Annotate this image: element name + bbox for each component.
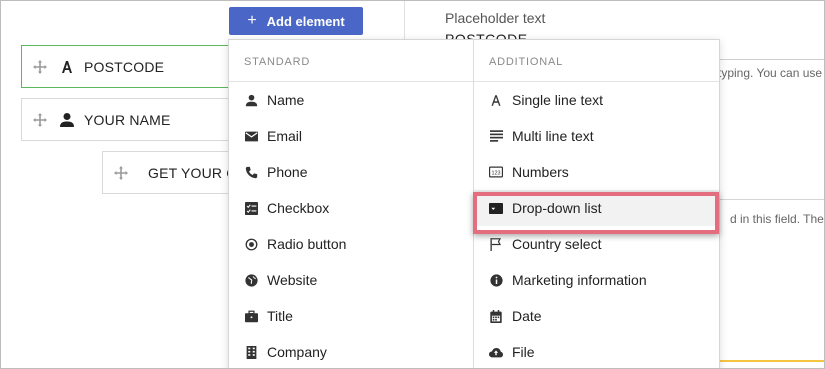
menu-item-country-select[interactable]: Country select: [474, 226, 719, 262]
notice-bar: [718, 360, 824, 362]
phone-icon: [244, 165, 258, 179]
menu-item-drop-down-list[interactable]: Drop-down list: [474, 190, 719, 226]
building-icon: [244, 345, 258, 359]
placeholder-label: Placeholder text: [445, 10, 546, 26]
help-text: typing. You can use: [718, 66, 823, 80]
text-a-icon: [58, 58, 76, 76]
menu-item-checkbox[interactable]: Checkbox: [229, 190, 473, 226]
menu-item-website[interactable]: Website: [229, 262, 473, 298]
globe-icon: [244, 273, 258, 287]
radio-icon: [244, 237, 258, 251]
menu-item-label: Company: [267, 344, 327, 360]
field-label: GET YOUR C: [148, 164, 237, 181]
menu-item-label: Checkbox: [267, 200, 330, 216]
menu-item-multi-line-text[interactable]: Multi line text: [474, 118, 719, 154]
menu-item-company[interactable]: Company: [229, 334, 473, 368]
help-text: d in this field. The r: [730, 212, 825, 226]
menu-item-label: Marketing information: [512, 272, 647, 288]
text-a-icon: [489, 93, 503, 107]
menu-item-label: File: [512, 344, 535, 360]
menu-item-label: Date: [512, 308, 542, 324]
drag-handle-icon[interactable]: [32, 112, 48, 128]
menu-item-label: Radio button: [267, 236, 347, 252]
form-field-your-name[interactable]: YOUR NAME: [21, 98, 251, 141]
envelope-icon: [244, 129, 258, 143]
field-label: YOUR NAME: [84, 111, 171, 128]
numbers-icon: 123: [489, 165, 503, 179]
briefcase-icon: [244, 309, 258, 323]
menu-item-phone[interactable]: Phone: [229, 154, 473, 190]
cloud-upload-icon: [489, 345, 503, 359]
menu-item-label: Numbers: [512, 164, 569, 180]
menu-item-label: Name: [267, 92, 305, 108]
menu-item-label: Drop-down list: [512, 200, 602, 216]
additional-column: ADDITIONAL Single line text Multi line t…: [473, 40, 719, 368]
menu-item-numbers[interactable]: 123 Numbers: [474, 154, 719, 190]
menu-item-label: Website: [267, 272, 318, 288]
field-label: POSTCODE: [84, 58, 165, 75]
form-field-postcode[interactable]: POSTCODE: [21, 45, 251, 88]
standard-heading: STANDARD: [229, 40, 473, 82]
additional-heading: ADDITIONAL: [474, 40, 719, 82]
person-icon: [58, 111, 76, 129]
flag-icon: [489, 237, 503, 251]
info-icon: [489, 273, 503, 287]
menu-item-name[interactable]: Name: [229, 82, 473, 118]
add-element-button[interactable]: + Add element: [229, 7, 363, 35]
plus-icon: +: [247, 12, 257, 29]
multiline-icon: [489, 129, 503, 143]
menu-item-file[interactable]: File: [474, 334, 719, 368]
calendar-icon: [489, 309, 503, 323]
menu-item-label: Single line text: [512, 92, 604, 108]
menu-item-title[interactable]: Title: [229, 298, 473, 334]
menu-item-marketing-information[interactable]: Marketing information: [474, 262, 719, 298]
menu-item-label: Phone: [267, 164, 308, 180]
menu-item-email[interactable]: Email: [229, 118, 473, 154]
drag-handle-icon[interactable]: [113, 165, 129, 181]
checklist-icon: [244, 201, 258, 215]
standard-column: STANDARD Name Email Phone Checkbox Radio…: [229, 40, 473, 368]
menu-item-label: Country select: [512, 236, 602, 252]
menu-item-label: Multi line text: [512, 128, 594, 144]
menu-item-label: Title: [267, 308, 293, 324]
svg-text:123: 123: [491, 170, 500, 176]
menu-item-date[interactable]: Date: [474, 298, 719, 334]
add-element-label: Add element: [266, 13, 345, 29]
drag-handle-icon[interactable]: [32, 59, 48, 75]
app-frame: POSTCODE YOUR NAME GET YOUR C + Add elem…: [0, 0, 825, 369]
person-icon: [244, 93, 258, 107]
menu-item-label: Email: [267, 128, 303, 144]
add-element-menu: STANDARD Name Email Phone Checkbox Radio…: [228, 39, 720, 368]
menu-item-radio-button[interactable]: Radio button: [229, 226, 473, 262]
dropdown-icon: [489, 201, 503, 215]
menu-item-single-line-text[interactable]: Single line text: [474, 82, 719, 118]
